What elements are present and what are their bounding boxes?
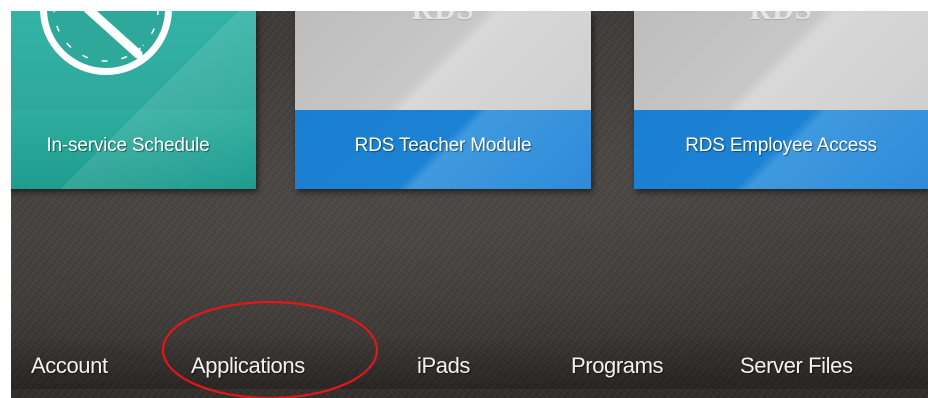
nav-item-server-files[interactable]: Server Files xyxy=(740,353,853,379)
tile-label: RDS Employee Access xyxy=(685,135,877,156)
nav-item-ipads[interactable]: iPads xyxy=(417,353,470,379)
nav-item-programs[interactable]: Programs xyxy=(571,353,664,379)
nav-item-account[interactable]: Account xyxy=(31,353,108,379)
tile-rds-teacher-module[interactable]: RDS RDS Teacher Module xyxy=(295,11,591,189)
rds-logo: RDS xyxy=(634,11,928,27)
rds-logo: RDS xyxy=(295,11,591,27)
tile-label: RDS Teacher Module xyxy=(354,135,532,156)
tile-label: In-service Schedule xyxy=(46,135,210,156)
app-dashboard: In-service Schedule RDS RDS Teacher Modu… xyxy=(11,11,928,398)
nav-item-applications[interactable]: Applications xyxy=(191,353,305,379)
tile-inservice-schedule[interactable]: In-service Schedule xyxy=(11,11,256,189)
tile-rds-employee-access[interactable]: RDS RDS Employee Access xyxy=(634,11,928,189)
tile-art: RDS xyxy=(634,11,928,110)
tile-art: RDS xyxy=(295,11,591,110)
